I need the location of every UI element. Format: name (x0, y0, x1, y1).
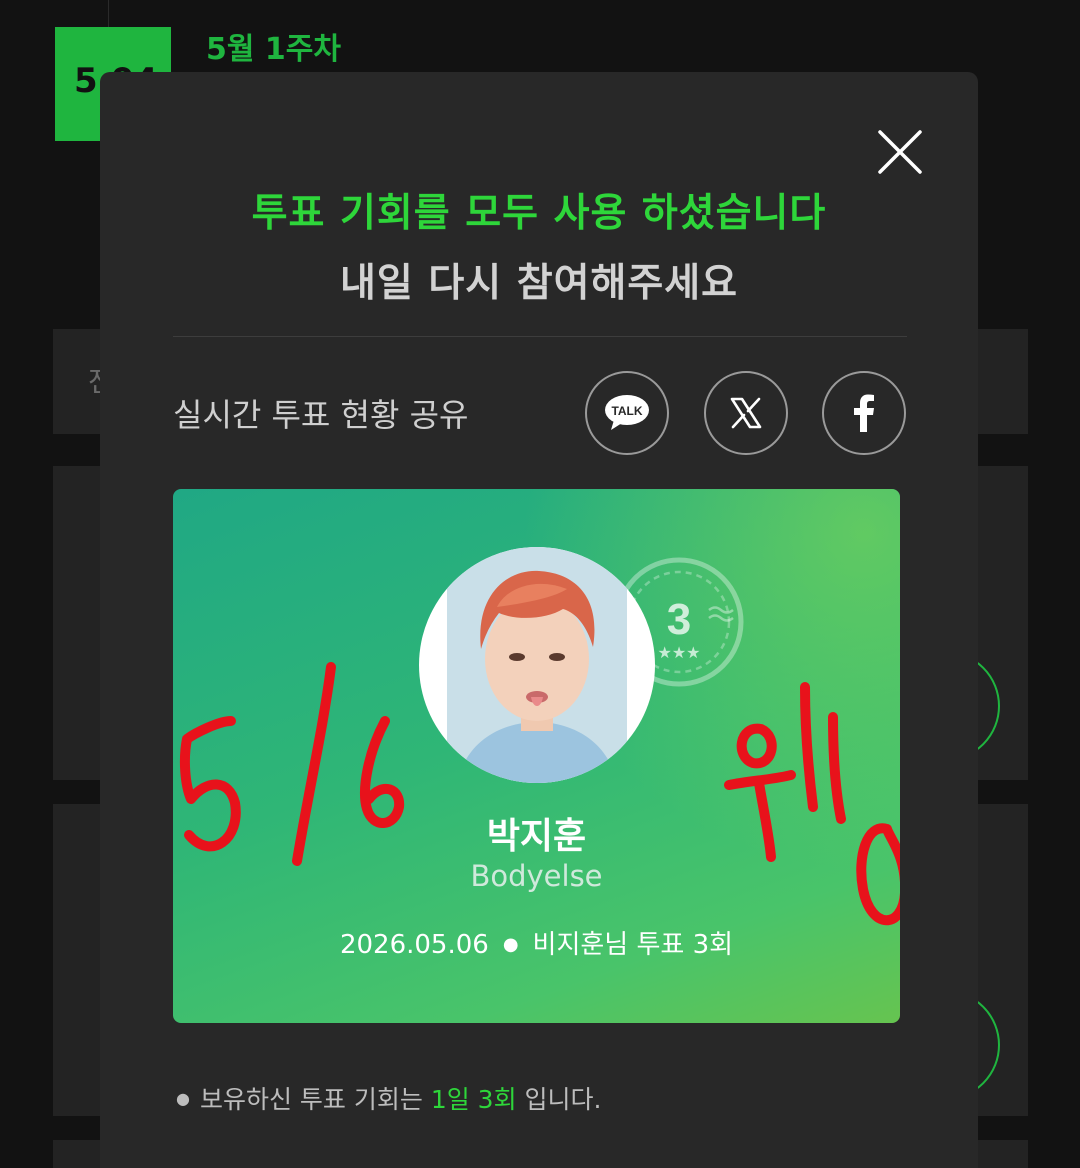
vote-meta: 2026.05.06 ● 비지훈님 투표 3회 (173, 924, 900, 961)
kakao-talk-icon: TALK (605, 395, 649, 430)
artist-group: Bodyelse (470, 859, 603, 893)
bullet-icon: ● (176, 1089, 190, 1108)
vote-share-card: 3 ★★★ 박지훈 Bodyelse 2026.05.06 ● 비지훈님 투표 3회 (173, 489, 900, 1023)
modal-title: 투표 기회를 모두 사용 하셨습니다 (251, 191, 827, 236)
artist-avatar (419, 547, 655, 783)
note-suffix: 입니다. (516, 1085, 602, 1114)
close-icon (878, 130, 922, 174)
note-highlight: 1일 3회 (430, 1085, 517, 1114)
background-divider (108, 0, 109, 30)
svg-text:3: 3 (667, 595, 691, 644)
artist-photo (447, 547, 627, 783)
share-label: 실시간 투표 현황 공유 (173, 396, 469, 434)
vote-date: 2026.05.06 (339, 930, 489, 960)
x-logo-icon (730, 397, 762, 429)
close-button[interactable] (876, 128, 924, 176)
vote-summary: 비지훈님 투표 3회 (532, 930, 734, 960)
share-kakao-button[interactable]: TALK (585, 371, 669, 455)
facebook-icon (854, 394, 874, 432)
artist-name: 박지훈 (486, 816, 587, 857)
note-prefix: 보유하신 투표 기회는 (199, 1085, 431, 1114)
separator-dot: ● (502, 934, 519, 955)
share-facebook-button[interactable] (822, 371, 906, 455)
svg-text:★★★: ★★★ (657, 643, 700, 662)
week-label: 5월 1주차 (206, 32, 341, 67)
svg-text:TALK: TALK (611, 404, 642, 418)
vote-allowance-note: ● 보유하신 투표 기회는 1일 3회 입니다. (176, 1080, 601, 1116)
vote-limit-modal: 투표 기회를 모두 사용 하셨습니다 내일 다시 참여해주세요 실시간 투표 현… (100, 72, 978, 1168)
divider (173, 336, 907, 337)
modal-subtitle: 내일 다시 참여해주세요 (340, 261, 738, 306)
share-x-button[interactable] (704, 371, 788, 455)
